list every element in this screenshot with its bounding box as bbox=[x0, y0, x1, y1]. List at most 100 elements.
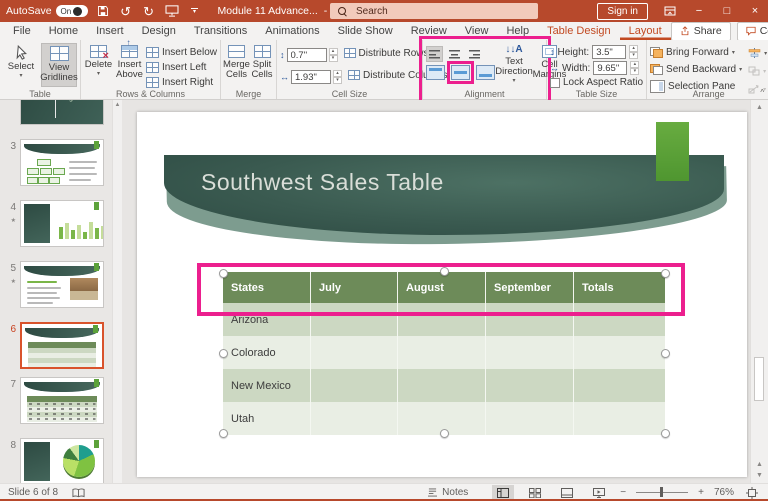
column-width-spinner[interactable]: ▴▾ bbox=[333, 70, 342, 84]
ribbon-display-options-icon[interactable] bbox=[662, 3, 678, 19]
thumbnail-slide-8[interactable]: 8 bbox=[0, 438, 112, 483]
tab-layout[interactable]: Layout bbox=[620, 22, 671, 40]
tab-review[interactable]: Review bbox=[402, 22, 456, 40]
accessibility-icon[interactable] bbox=[70, 485, 86, 501]
align-top-button[interactable] bbox=[426, 65, 445, 80]
table-header-row[interactable]: States July August September Totals bbox=[223, 272, 665, 303]
slide-8-thumbnail[interactable] bbox=[20, 438, 104, 483]
table-height-input[interactable] bbox=[592, 45, 626, 59]
table-width-spinner[interactable]: ▴▾ bbox=[630, 61, 639, 75]
scrollbar-thumb[interactable] bbox=[754, 357, 764, 401]
insert-below-button[interactable]: Insert Below bbox=[146, 45, 217, 59]
comments-button[interactable]: Comments bbox=[737, 22, 768, 41]
send-backward-button[interactable]: Send Backward ▾ bbox=[650, 62, 742, 77]
table-row[interactable]: Arizona bbox=[223, 303, 665, 336]
slide-3-thumbnail[interactable] bbox=[20, 139, 104, 186]
tab-home[interactable]: Home bbox=[40, 22, 87, 40]
selection-handle-bottom-middle[interactable] bbox=[440, 429, 449, 438]
autosave-toggle[interactable]: AutoSave On bbox=[6, 5, 88, 17]
table-width-input[interactable] bbox=[593, 61, 627, 75]
thumbnail-slide-7[interactable]: 7 bbox=[0, 377, 112, 424]
zoom-slider-thumb[interactable] bbox=[660, 487, 663, 497]
table-height-spinner[interactable]: ▴▾ bbox=[629, 45, 638, 59]
column-width-input[interactable] bbox=[291, 70, 331, 84]
customize-quick-access-icon[interactable]: ▾ bbox=[187, 3, 203, 19]
slide-6-thumbnail[interactable] bbox=[20, 322, 104, 369]
sales-table[interactable]: States July August September Totals Ariz… bbox=[223, 272, 665, 435]
slide-2-thumbnail[interactable]: Region bbox=[20, 100, 104, 125]
slide-7-thumbnail[interactable] bbox=[20, 377, 104, 424]
tab-design[interactable]: Design bbox=[133, 22, 185, 40]
distribute-rows-button[interactable]: Distribute Rows bbox=[344, 46, 429, 60]
thumbnail-scrollbar[interactable]: ▲ bbox=[112, 100, 122, 483]
slide-show-button[interactable] bbox=[588, 485, 610, 500]
slide-5-thumbnail[interactable] bbox=[20, 261, 104, 308]
center-vertically-button[interactable] bbox=[451, 65, 470, 80]
zoom-level[interactable]: 76% bbox=[714, 487, 734, 498]
lock-aspect-ratio-checkbox[interactable] bbox=[550, 78, 560, 88]
present-from-beginning-icon[interactable] bbox=[164, 3, 180, 19]
tab-slide-show[interactable]: Slide Show bbox=[329, 22, 402, 40]
slide-indicator[interactable]: Slide 6 of 8 bbox=[8, 487, 58, 498]
selection-handle-top-left[interactable] bbox=[219, 269, 228, 278]
insert-right-button[interactable]: Insert Right bbox=[146, 75, 217, 89]
merge-cells-button[interactable]: Merge Cells bbox=[224, 43, 249, 87]
tab-file[interactable]: File bbox=[4, 22, 40, 40]
scroll-up-icon[interactable]: ▲ bbox=[113, 102, 122, 108]
delete-button[interactable]: × Delete ▾ bbox=[84, 43, 113, 87]
normal-view-button[interactable] bbox=[492, 485, 514, 500]
split-cells-button[interactable]: Split Cells bbox=[251, 43, 273, 87]
table-row[interactable]: New Mexico bbox=[223, 369, 665, 402]
header-august[interactable]: August bbox=[398, 272, 486, 303]
insert-above-button[interactable]: ↑ Insert Above bbox=[115, 43, 144, 87]
slide-4-thumbnail[interactable] bbox=[20, 200, 104, 247]
slide-title[interactable]: Southwest Sales Table bbox=[201, 169, 444, 196]
minimize-button[interactable]: − bbox=[692, 5, 706, 17]
tab-help[interactable]: Help bbox=[497, 22, 538, 40]
tab-view[interactable]: View bbox=[456, 22, 498, 40]
fit-slide-to-window-icon[interactable] bbox=[744, 485, 760, 501]
thumbnail-slide-2-partial[interactable]: Region bbox=[0, 100, 112, 125]
reading-view-button[interactable] bbox=[556, 485, 578, 500]
align-left-button[interactable] bbox=[426, 46, 443, 62]
selection-handle-middle-left[interactable] bbox=[219, 349, 228, 358]
row-height-spinner[interactable]: ▴▾ bbox=[329, 48, 338, 62]
zoom-in-button[interactable]: + bbox=[698, 487, 704, 498]
tab-animations[interactable]: Animations bbox=[256, 22, 328, 40]
bring-forward-button[interactable]: Bring Forward ▾ bbox=[650, 45, 742, 60]
header-states[interactable]: States bbox=[223, 272, 311, 303]
row-height-input[interactable] bbox=[287, 48, 327, 62]
sign-in-button[interactable]: Sign in bbox=[597, 3, 648, 20]
tab-table-design[interactable]: Table Design bbox=[538, 22, 620, 40]
thumbnail-slide-6-selected[interactable]: 6 bbox=[0, 322, 112, 369]
redo-icon[interactable]: ↻ bbox=[141, 3, 157, 19]
thumbnail-slide-4[interactable]: 4 ★ bbox=[0, 200, 112, 247]
selection-handle-top-right[interactable] bbox=[661, 269, 670, 278]
search-input[interactable] bbox=[354, 5, 498, 18]
thumbnail-slide-5[interactable]: 5 ★ bbox=[0, 261, 112, 308]
slide-sorter-view-button[interactable] bbox=[524, 485, 546, 500]
previous-slide-button[interactable]: ▲ bbox=[756, 461, 763, 468]
selection-handle-bottom-right[interactable] bbox=[661, 429, 670, 438]
text-direction-button[interactable]: ↓↓A Text Direction ▾ bbox=[497, 43, 531, 87]
align-right-button[interactable] bbox=[466, 46, 483, 62]
scroll-up-icon[interactable]: ▲ bbox=[751, 104, 768, 111]
search-box[interactable] bbox=[330, 3, 538, 19]
selection-handle-top-middle[interactable] bbox=[440, 267, 449, 276]
autosave-switch[interactable]: On bbox=[56, 5, 88, 17]
insert-left-button[interactable]: Insert Left bbox=[146, 60, 217, 74]
notes-button[interactable]: Notes bbox=[427, 487, 468, 498]
save-icon[interactable] bbox=[95, 3, 111, 19]
zoom-slider[interactable] bbox=[636, 492, 688, 493]
vertical-scrollbar[interactable]: ▲ ▲ ▼ bbox=[750, 100, 768, 483]
collapse-ribbon-icon[interactable]: ^ bbox=[760, 88, 764, 97]
close-button[interactable]: × bbox=[748, 5, 762, 17]
header-september[interactable]: September bbox=[486, 272, 574, 303]
align-bottom-button[interactable] bbox=[476, 65, 495, 80]
share-button[interactable]: Share bbox=[671, 22, 731, 41]
selection-handle-middle-right[interactable] bbox=[661, 349, 670, 358]
selection-handle-bottom-left[interactable] bbox=[219, 429, 228, 438]
align-center-button[interactable] bbox=[446, 46, 463, 62]
zoom-out-button[interactable]: − bbox=[620, 487, 626, 498]
header-july[interactable]: July bbox=[311, 272, 398, 303]
